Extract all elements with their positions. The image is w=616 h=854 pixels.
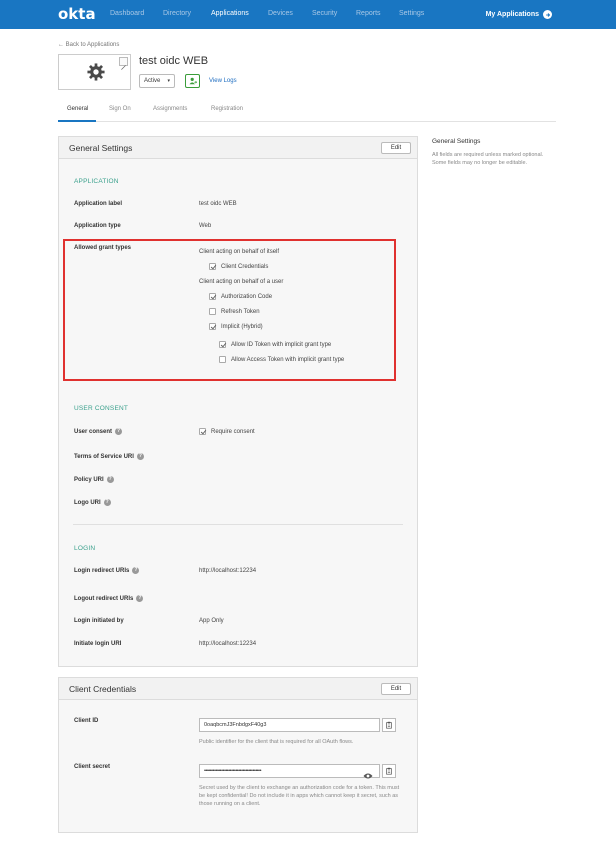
clipboard-icon [386,767,392,775]
initiate-login-uri-value: http://localhost:12234 [199,641,257,647]
help-icon[interactable]: ? [106,476,114,483]
client-credentials-panel: Client Credentials Edit [58,677,418,833]
tab-bar: General Sign On Assignments Registration [58,100,556,122]
grant-types-highlight [63,239,396,381]
client-secret-label: Client secret [74,764,111,770]
back-to-applications-link[interactable]: ← Back to Applications [58,42,119,48]
application-type-label: Application type [74,223,121,229]
require-consent-option[interactable]: Require consent [199,428,255,435]
client-secret-field[interactable]: •••••••••••••••••••••••••••••••••••••••• [199,764,380,778]
okta-logo[interactable]: okta [58,5,96,23]
logout-redirect-uris-label: Logout redirect URIs ? [74,595,144,602]
edit-logo-pencil-icon[interactable] [119,57,128,70]
my-applications-link[interactable]: My Applications [486,10,552,19]
require-consent-label: Require consent [211,428,255,435]
tab-general[interactable]: General [67,106,88,112]
help-icon[interactable]: ? [132,567,140,574]
nav-directory[interactable]: Directory [163,10,191,17]
require-consent-checkbox[interactable] [199,428,206,435]
login-initiated-by-value: App Only [199,618,224,624]
login-section-title: LOGIN [74,545,96,552]
application-label-label: Application label [74,201,123,207]
policy-uri-label: Policy URI ? [74,476,114,483]
nav-applications[interactable]: Applications [211,10,249,17]
section-divider [73,524,403,525]
terms-of-service-label: Terms of Service URI ? [74,453,144,460]
general-settings-header: General Settings Edit [59,137,417,159]
logo-uri-label: Logo URI ? [74,499,111,506]
application-label-value: test oidc WEB [199,201,237,207]
client-credentials-title: Client Credentials [69,684,137,694]
push-groups-button[interactable] [185,74,200,88]
arrow-right-icon [543,10,552,19]
login-redirect-uris-value: http://localhost:12234 [199,568,257,574]
client-id-field[interactable]: 0oaqbcmJ3FnbdgxF40g3 [199,718,380,732]
gear-icon [87,63,105,81]
nav-dashboard[interactable]: Dashboard [110,10,144,17]
chevron-down-icon: ▾ [167,78,170,84]
edit-client-credentials-button[interactable]: Edit [381,683,411,695]
app-logo [58,54,131,90]
general-settings-panel: General Settings Edit [58,136,418,667]
edit-general-settings-button[interactable]: Edit [381,142,411,154]
view-logs-link[interactable]: View Logs [209,78,237,84]
application-type-value: Web [199,223,212,229]
clipboard-icon [386,721,392,729]
user-push-icon [188,77,197,85]
nav-reports[interactable]: Reports [356,10,381,17]
client-id-hint: Public identifier for the client that is… [199,739,354,745]
nav-security[interactable]: Security [312,10,337,17]
sidebar-title: General Settings [432,138,481,145]
general-settings-title: General Settings [69,143,133,153]
copy-client-secret-button[interactable] [382,764,396,778]
status-dropdown[interactable]: Active ▾ [139,74,175,88]
app-title: test oidc WEB [139,55,209,67]
client-credentials-header: Client Credentials Edit [59,678,417,700]
application-section-title: APPLICATION [74,178,119,185]
help-icon[interactable]: ? [136,595,144,602]
user-consent-label: User consent ? [74,428,123,435]
login-redirect-uris-label: Login redirect URIs ? [74,567,140,574]
initiate-login-uri-label: Initiate login URI [74,641,122,647]
client-id-label: Client ID [74,718,99,724]
client-secret-hint: Secret used by the client to exchange an… [199,785,400,807]
user-consent-section-title: USER CONSENT [74,405,129,412]
my-applications-label: My Applications [485,11,539,18]
sidebar-text: All fields are required unless marked op… [432,152,544,166]
tab-registration[interactable]: Registration [211,106,243,112]
nav-settings[interactable]: Settings [399,10,424,17]
status-value: Active [144,78,161,84]
eye-icon[interactable] [363,767,373,779]
active-tab-indicator [58,120,96,122]
top-nav: okta Dashboard Directory Applications De… [0,0,616,29]
help-icon[interactable]: ? [115,428,123,435]
help-icon[interactable]: ? [103,499,111,506]
tab-sign-on[interactable]: Sign On [109,106,131,112]
tab-assignments[interactable]: Assignments [153,106,187,112]
login-initiated-by-label: Login initiated by [74,618,124,624]
help-icon[interactable]: ? [136,453,144,460]
copy-client-id-button[interactable] [382,718,396,732]
nav-devices[interactable]: Devices [268,10,293,17]
